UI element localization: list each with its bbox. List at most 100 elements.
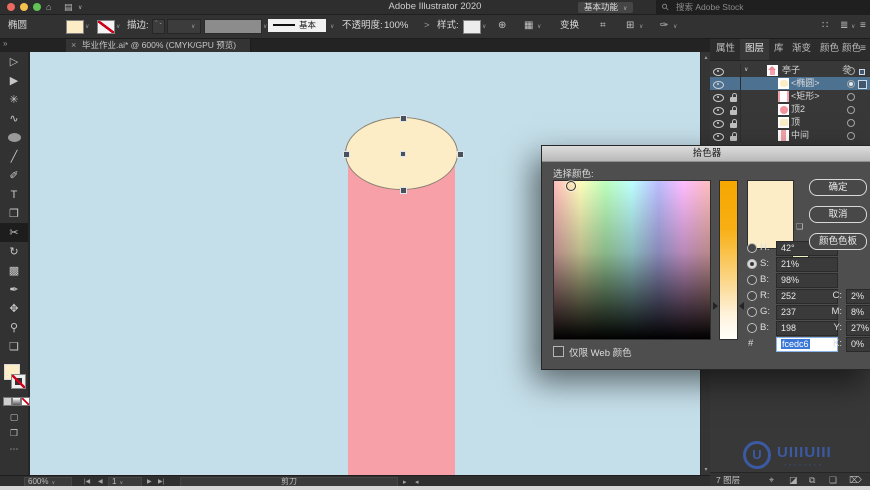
visibility-icon[interactable] — [713, 106, 724, 115]
layer-name[interactable]: <椭圆> — [791, 77, 820, 90]
chevron-right-icon[interactable]: > — [424, 19, 430, 32]
magic-wand-tool[interactable]: ✳ — [0, 90, 28, 109]
anchor-handle-left[interactable] — [342, 150, 350, 158]
web-gamut-cube-icon[interactable]: ❑ — [796, 222, 803, 231]
lock-icon[interactable] — [730, 119, 737, 128]
visibility-icon[interactable] — [713, 67, 724, 76]
hand-tool[interactable]: ✥ — [0, 299, 28, 318]
layer-thumbnail[interactable] — [778, 104, 789, 115]
layout-icon[interactable]: ▤ — [64, 0, 73, 14]
expand-arrow-icon[interactable]: ∨ — [744, 64, 748, 77]
list-view-icon[interactable]: ≣ — [840, 19, 848, 32]
radio-h[interactable] — [747, 243, 757, 253]
b-input[interactable]: 98% — [776, 273, 838, 288]
color-field[interactable] — [553, 180, 711, 340]
first-artboard-icon[interactable]: |◀ — [84, 478, 90, 485]
chevron-down-icon[interactable]: ∨ — [116, 23, 120, 30]
eyedropper-tool[interactable]: ✒ — [0, 280, 28, 299]
tab-layers[interactable]: 图层 — [740, 38, 770, 60]
new-layer-icon[interactable]: ❏ — [829, 473, 837, 487]
selection-tool[interactable]: ▷ — [0, 52, 28, 71]
none-mode-icon[interactable] — [21, 397, 30, 406]
lock-icon[interactable] — [730, 93, 737, 102]
anchor-handle-bottom[interactable] — [399, 186, 407, 194]
cancel-button[interactable]: 取消 — [809, 206, 867, 223]
tab-libraries[interactable]: 库 — [774, 38, 784, 60]
lock-icon[interactable] — [730, 132, 737, 141]
stroke-weight-select[interactable] — [167, 19, 201, 34]
target-circle-icon[interactable] — [847, 93, 855, 101]
y-input[interactable]: 27% — [846, 321, 870, 336]
close-window-button[interactable] — [7, 3, 15, 11]
panel-menu-icon[interactable]: ≡ — [860, 38, 866, 60]
free-transform-tool[interactable]: ❐ — [0, 204, 28, 223]
pink-column-shape[interactable] — [348, 152, 455, 475]
chevron-down-icon[interactable]: ∨ — [85, 23, 89, 30]
ok-button[interactable]: 确定 — [809, 179, 867, 196]
chevron-down-icon[interactable]: ∨ — [537, 23, 541, 30]
tab-color[interactable]: 颜色 — [820, 38, 839, 60]
dialog-titlebar[interactable]: 拾色器 — [542, 146, 870, 162]
layer-thumbnail[interactable] — [767, 65, 778, 76]
locate-object-icon[interactable]: ⌖ — [769, 473, 774, 487]
layer-row[interactable]: <矩形> — [710, 90, 870, 103]
tab-gradient[interactable]: 渐变 — [792, 38, 811, 60]
target-circle-icon[interactable] — [847, 67, 855, 75]
layer-row[interactable]: 顶2 — [710, 103, 870, 116]
visibility-icon[interactable] — [713, 119, 724, 128]
collapse-left-icon[interactable]: ◂ — [415, 478, 419, 486]
target-circle-icon[interactable] — [847, 132, 855, 140]
visibility-icon[interactable] — [713, 80, 724, 89]
layer-row[interactable]: 顶 — [710, 116, 870, 129]
slider-arrow-right-icon[interactable] — [739, 302, 744, 310]
layer-name[interactable]: 顶 — [791, 116, 800, 129]
layer-row-selected[interactable]: <椭圆> — [710, 77, 870, 90]
radio-s[interactable] — [747, 259, 757, 269]
layer-row[interactable]: 中间 — [710, 129, 870, 142]
next-artboard-icon[interactable]: ▶ — [147, 478, 152, 485]
pen-settings-icon[interactable]: ✑ — [660, 19, 668, 32]
ellipse-tool[interactable] — [0, 128, 28, 147]
layer-name[interactable]: 顶2 — [791, 103, 805, 116]
chevron-down-icon[interactable]: ∨ — [330, 23, 334, 30]
layer-name[interactable]: 中间 — [791, 129, 809, 142]
more-tools-icon[interactable]: ⋯ — [0, 444, 28, 455]
arrange-grid-icon[interactable]: ∷ — [822, 19, 828, 32]
radio-r[interactable] — [747, 291, 757, 301]
delete-layer-icon[interactable]: ⌦ — [849, 473, 862, 487]
artboard-tool[interactable]: ❏ — [0, 337, 28, 356]
direct-selection-tool[interactable]: ▶ — [0, 71, 28, 90]
lasso-tool[interactable]: ∿ — [0, 109, 28, 128]
stroke-color-swatch[interactable] — [97, 20, 115, 34]
stepper-down-icon[interactable]: ⌄ — [159, 20, 163, 26]
color-swatches-button[interactable]: 颜色色板 — [809, 233, 867, 250]
target-circle-icon[interactable] — [847, 106, 855, 114]
layer-name[interactable]: <矩形> — [791, 90, 820, 103]
minimize-window-button[interactable] — [20, 3, 28, 11]
document-setup-grid-icon[interactable]: ▦ — [524, 19, 533, 32]
workspace-switcher[interactable]: 基本功能 ∨ — [578, 2, 634, 13]
last-artboard-icon[interactable]: ▶| — [158, 478, 164, 485]
type-tool[interactable]: T — [0, 185, 28, 204]
screen-mode-icon[interactable]: ❐ — [0, 428, 28, 439]
m-input[interactable]: 8% — [846, 305, 870, 320]
radio-b[interactable] — [747, 275, 757, 285]
stroke-profile-select[interactable] — [204, 19, 262, 34]
tab-properties[interactable]: 属性 — [716, 38, 735, 60]
zoom-tool[interactable]: ⚲ — [0, 318, 28, 337]
brush-definition-select[interactable]: 基本 — [268, 19, 326, 32]
chevron-down-icon[interactable]: ∨ — [673, 23, 677, 30]
fullscreen-window-button[interactable] — [33, 3, 41, 11]
target-circle-icon[interactable] — [847, 80, 855, 88]
anchor-handle-right[interactable] — [456, 150, 464, 158]
home-icon[interactable]: ⌂ — [46, 0, 51, 14]
gradient-mode-icon[interactable] — [12, 397, 21, 406]
slider-arrow-left-icon[interactable] — [713, 302, 718, 310]
draw-mode-icon[interactable]: ▢ — [0, 412, 28, 423]
layer-thumbnail[interactable] — [778, 91, 789, 102]
color-field-marker[interactable] — [566, 181, 576, 191]
align-icon[interactable]: ⊞ — [626, 19, 634, 32]
collapse-right-icon[interactable]: ▸ — [403, 478, 407, 486]
radio-g[interactable] — [747, 307, 757, 317]
tab-close-icon[interactable]: × — [71, 38, 76, 52]
